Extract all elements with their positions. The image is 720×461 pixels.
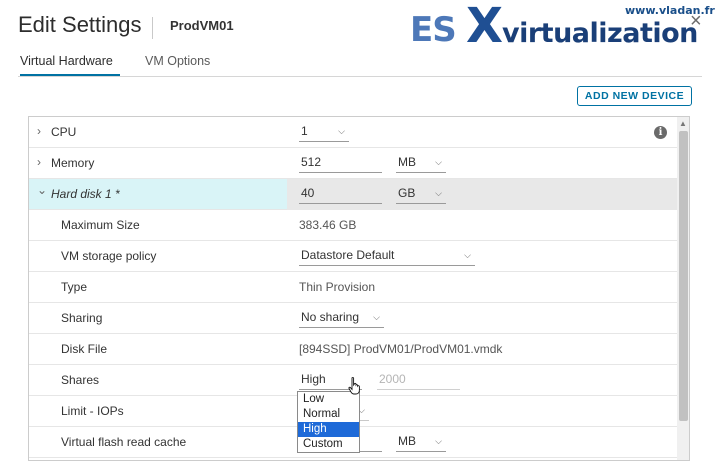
shares-option-custom[interactable]: Custom [298, 437, 359, 452]
cpu-label: CPU [51, 125, 77, 139]
hard-disk-unit-select[interactable]: GB ⌵ [396, 185, 446, 204]
row-maximum-size: Maximum Size 383.46 GB [29, 210, 677, 241]
vertical-scrollbar[interactable]: ▲ [677, 117, 689, 460]
memory-label: Memory [51, 156, 95, 170]
tabs-divider [18, 76, 702, 77]
chevron-down-icon: ⌵ [435, 157, 442, 167]
vm-storage-policy-select[interactable]: Datastore Default ⌵ [299, 247, 475, 266]
chevron-down-icon: ⌵ [435, 436, 442, 446]
chevron-down-icon: ⌵ [338, 126, 345, 136]
maximum-size-value: 383.46 GB [299, 218, 357, 232]
watermark-x: X [466, 0, 504, 54]
scrollbar-thumb[interactable] [679, 131, 688, 421]
watermark-es: ES [410, 10, 457, 50]
vm-name: ProdVM01 [170, 18, 234, 33]
row-hard-disk: ⌄ Hard disk 1 * 40 GB ⌵ [29, 179, 677, 210]
chevron-down-icon: ⌵ [435, 188, 442, 198]
row-vm-storage-policy: VM storage policy Datastore Default ⌵ [29, 241, 677, 272]
memory-input[interactable]: 512 [299, 154, 382, 173]
disk-file-label: Disk File [61, 342, 108, 356]
add-new-device-button[interactable]: ADD NEW DEVICE [577, 86, 692, 106]
sharing-label: Sharing [61, 311, 103, 325]
sharing-select[interactable]: No sharing ⌵ [299, 309, 384, 328]
cpu-value: 1 [301, 124, 308, 138]
sharing-value: No sharing [301, 310, 360, 324]
shares-option-normal[interactable]: Normal [298, 407, 359, 422]
maximum-size-label: Maximum Size [61, 218, 140, 232]
hard-disk-size-input[interactable]: 40 [299, 185, 382, 204]
dialog-title: Edit Settings [18, 12, 142, 37]
watermark-logo: www.vladan.fr ES X virtualization [410, 0, 715, 54]
chevron-down-icon[interactable]: ⌄ [37, 183, 47, 197]
type-label: Type [61, 280, 88, 294]
disk-file-value: [894SSD] ProdVM01/ProdVM01.vmdk [299, 342, 503, 356]
virtual-flash-read-cache-label: Virtual flash read cache [61, 435, 187, 449]
close-icon[interactable]: × [690, 11, 706, 31]
virtual-flash-read-cache-unit: MB [398, 434, 416, 448]
shares-number-value: 2000 [379, 372, 406, 386]
memory-value: 512 [301, 155, 322, 169]
hard-disk-unit: GB [398, 186, 416, 200]
watermark-virtualization: virtualization [502, 18, 698, 49]
type-value: Thin Provision [299, 280, 376, 294]
hard-disk-label: Hard disk 1 * [51, 187, 120, 201]
virtual-flash-read-cache-unit-select[interactable]: MB ⌵ [396, 433, 446, 452]
vm-storage-policy-value: Datastore Default [301, 248, 395, 262]
shares-value: High [301, 372, 326, 386]
memory-unit-select[interactable]: MB ⌵ [396, 154, 446, 173]
row-type: Type Thin Provision [29, 272, 677, 303]
shares-dropdown-list: Low Normal High Custom [297, 391, 360, 453]
row-cpu: › CPU 1 ⌵ i [29, 117, 677, 148]
scroll-up-icon[interactable]: ▲ [679, 119, 687, 128]
shares-label: Shares [61, 373, 100, 387]
chevron-down-icon: ⌵ [464, 250, 471, 260]
chevron-down-icon: ⌵ [373, 312, 380, 322]
vm-storage-policy-label: VM storage policy [61, 249, 157, 263]
chevron-right-icon[interactable]: › [37, 155, 47, 169]
info-icon[interactable]: i [654, 126, 667, 139]
hand-cursor-icon [348, 377, 360, 395]
hard-disk-size-value: 40 [301, 186, 315, 200]
cpu-select[interactable]: 1 ⌵ [299, 123, 349, 142]
row-memory: › Memory 512 MB ⌵ [29, 148, 677, 179]
row-disk-file: Disk File [894SSD] ProdVM01/ProdVM01.vmd… [29, 334, 677, 365]
title-separator [152, 17, 153, 39]
chevron-right-icon[interactable]: › [37, 124, 47, 138]
tab-vm-options[interactable]: VM Options [145, 54, 210, 68]
row-sharing: Sharing No sharing ⌵ [29, 303, 677, 334]
shares-option-high[interactable]: High [298, 422, 359, 437]
limit-iops-label: Limit - IOPs [61, 404, 124, 418]
shares-number-input[interactable]: 2000 [377, 371, 460, 390]
memory-unit: MB [398, 155, 416, 169]
tab-virtual-hardware[interactable]: Virtual Hardware [20, 54, 113, 68]
